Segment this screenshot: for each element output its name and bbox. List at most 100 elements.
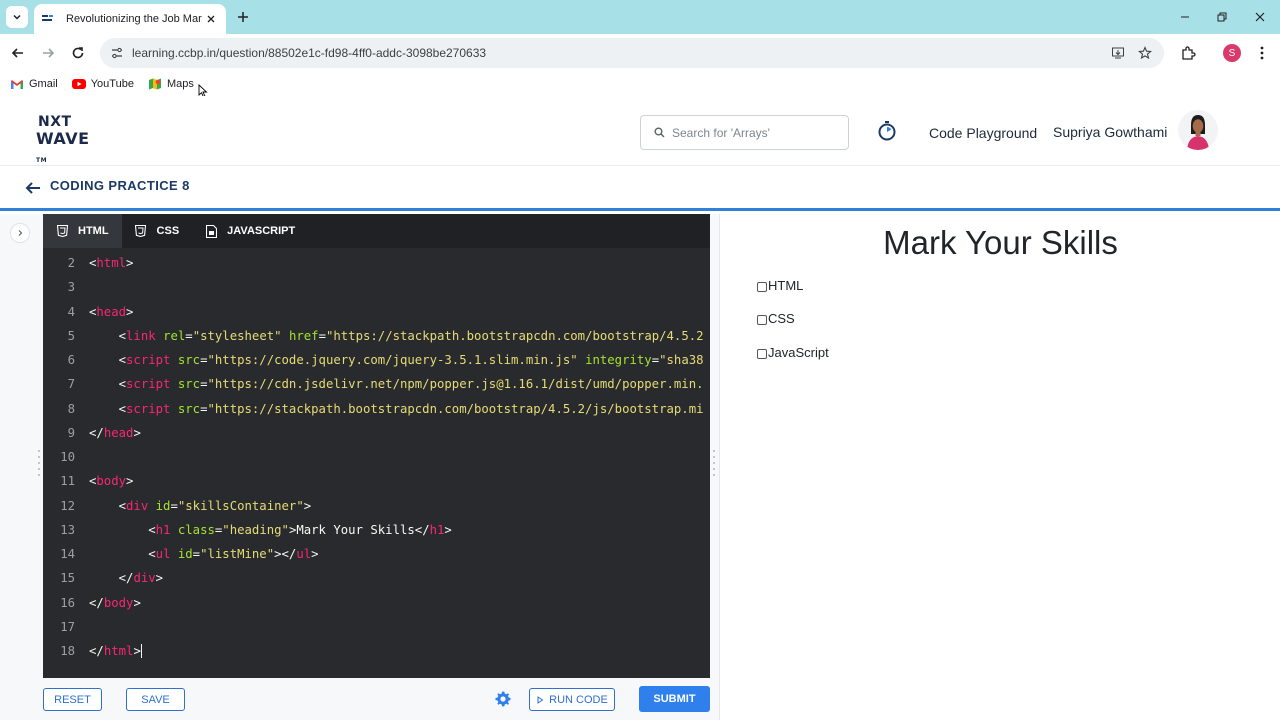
bookmarks-bar: Gmail YouTube Maps xyxy=(0,72,1280,96)
site-settings-icon[interactable] xyxy=(110,46,124,60)
skill-label[interactable]: JavaScript xyxy=(768,345,829,360)
tab-label: HTML xyxy=(78,225,109,237)
bookmark-label: YouTube xyxy=(90,78,134,90)
code-line: 3 xyxy=(43,275,710,299)
run-code-button[interactable]: RUN CODE xyxy=(529,688,615,711)
browser-tab[interactable]: Revolutionizing the Job Market xyxy=(34,4,226,34)
tab-javascript[interactable]: JAVASCRIPT xyxy=(192,214,308,248)
restore-icon[interactable] xyxy=(1213,8,1231,26)
skill-checkbox[interactable] xyxy=(757,282,767,292)
tab-search-button[interactable] xyxy=(6,6,28,28)
skill-item: JavaScript xyxy=(757,345,829,360)
css3-icon xyxy=(135,225,147,238)
search-input[interactable] xyxy=(672,125,842,140)
bookmark-label: Maps xyxy=(166,78,194,90)
code-line: 15 </div> xyxy=(43,566,710,590)
line-number: 17 xyxy=(60,619,75,634)
skill-item: CSS xyxy=(757,311,795,326)
minimize-icon[interactable] xyxy=(1176,8,1194,26)
line-number: 15 xyxy=(60,571,75,586)
bookmark-gmail[interactable]: Gmail xyxy=(10,77,58,91)
logo-tm: TM xyxy=(36,157,48,164)
line-number: 18 xyxy=(60,644,75,659)
tab-html[interactable]: HTML xyxy=(43,214,122,248)
line-number: 4 xyxy=(67,304,75,319)
code-editor[interactable]: HTML CSS JAVASCRIPT 2 <html> 3 4 <head> 5 … xyxy=(43,214,710,678)
logo-line2: WAVE TM xyxy=(36,130,106,170)
profile-avatar[interactable]: S xyxy=(1223,44,1241,62)
bookmark-maps[interactable]: Maps xyxy=(148,77,194,91)
skill-label[interactable]: HTML xyxy=(768,278,803,293)
save-button[interactable]: SAVE xyxy=(126,688,185,711)
resize-handle-icon[interactable] xyxy=(711,447,717,483)
expand-panel-button[interactable] xyxy=(10,223,30,243)
skill-item: HTML xyxy=(757,278,803,293)
code-line: 18 </html> xyxy=(43,639,710,663)
code-line: 12 <div id="skillsContainer"> xyxy=(43,494,710,518)
browser-toolbar: learning.ccbp.in/question/88502e1c-fd98-… xyxy=(0,34,1280,72)
close-window-icon[interactable] xyxy=(1251,8,1269,26)
submit-button[interactable]: SUBMIT xyxy=(639,686,710,712)
search-icon xyxy=(653,127,665,139)
code-line: 16 </body> xyxy=(43,591,710,615)
back-icon[interactable] xyxy=(8,43,28,63)
skill-checkbox[interactable] xyxy=(757,315,767,325)
resize-handle-icon[interactable] xyxy=(36,447,42,483)
code-area[interactable]: 2 <html> 3 4 <head> 5 <link rel="styleshee… xyxy=(43,251,710,663)
code-line: 9 </head> xyxy=(43,421,710,445)
skill-label[interactable]: CSS xyxy=(768,311,795,326)
youtube-icon xyxy=(71,77,86,91)
more-menu-icon[interactable] xyxy=(1252,43,1272,63)
nxtwave-logo[interactable]: NXT WAVE TM xyxy=(36,114,106,164)
line-number: 11 xyxy=(60,474,75,489)
page-title: CODING PRACTICE 8 xyxy=(50,178,190,193)
practice-subheader: CODING PRACTICE 8 xyxy=(0,166,1280,211)
code-line: 4 <head> xyxy=(43,300,710,324)
editor-action-bar: RESET SAVE RUN CODE SUBMIT xyxy=(43,678,710,720)
skill-checkbox[interactable] xyxy=(757,349,767,359)
gmail-icon xyxy=(10,77,24,91)
run-code-label: RUN CODE xyxy=(549,693,608,706)
logo-line1: NXT xyxy=(38,114,72,130)
line-number: 5 xyxy=(67,328,75,343)
logo-wave: WAVE xyxy=(36,129,90,148)
javascript-file-icon xyxy=(205,224,217,238)
code-line: 17 xyxy=(43,615,710,639)
username[interactable]: Supriya Gowthami xyxy=(1053,124,1167,140)
install-app-icon[interactable] xyxy=(1110,45,1126,61)
code-line: 6 <script src="https://code.jquery.com/j… xyxy=(43,348,710,372)
line-number: 16 xyxy=(60,595,75,610)
address-bar[interactable]: learning.ccbp.in/question/88502e1c-fd98-… xyxy=(100,38,1164,68)
code-playground-link[interactable]: Code Playground xyxy=(929,125,1037,141)
tab-css[interactable]: CSS xyxy=(122,214,193,248)
chevron-down-icon xyxy=(13,14,21,20)
maps-icon xyxy=(148,77,162,91)
code-line: 2 <html> xyxy=(43,251,710,275)
back-arrow-icon[interactable] xyxy=(24,180,42,196)
code-line: 7 <script src="https://cdn.jsdelivr.net/… xyxy=(43,372,710,396)
tab-label: JAVASCRIPT xyxy=(227,225,296,237)
extensions-icon[interactable] xyxy=(1178,43,1198,63)
reset-button[interactable]: RESET xyxy=(43,688,102,711)
text-caret xyxy=(140,644,142,659)
line-number: 12 xyxy=(60,498,75,513)
new-tab-icon[interactable] xyxy=(234,8,252,26)
line-number: 2 xyxy=(67,256,75,271)
code-line: 8 <script src="https://stackpath.bootstr… xyxy=(43,397,710,421)
search-box[interactable] xyxy=(640,115,849,150)
line-number: 3 xyxy=(67,280,75,295)
bookmark-label: Gmail xyxy=(29,78,58,90)
preview-heading: Mark Your Skills xyxy=(883,224,1118,261)
line-number: 9 xyxy=(67,425,75,440)
forward-icon[interactable] xyxy=(38,43,58,63)
code-line: 11 <body> xyxy=(43,469,710,493)
code-line: 14 <ul id="listMine"></ul> xyxy=(43,542,710,566)
bookmark-youtube[interactable]: YouTube xyxy=(71,77,134,91)
line-number: 6 xyxy=(67,353,75,368)
user-avatar[interactable] xyxy=(1178,110,1218,150)
reload-icon[interactable] xyxy=(68,43,88,63)
bookmark-star-icon[interactable] xyxy=(1137,45,1153,61)
gear-icon[interactable] xyxy=(494,690,512,708)
stopwatch-icon[interactable] xyxy=(877,120,897,142)
close-tab-icon[interactable] xyxy=(204,12,218,26)
